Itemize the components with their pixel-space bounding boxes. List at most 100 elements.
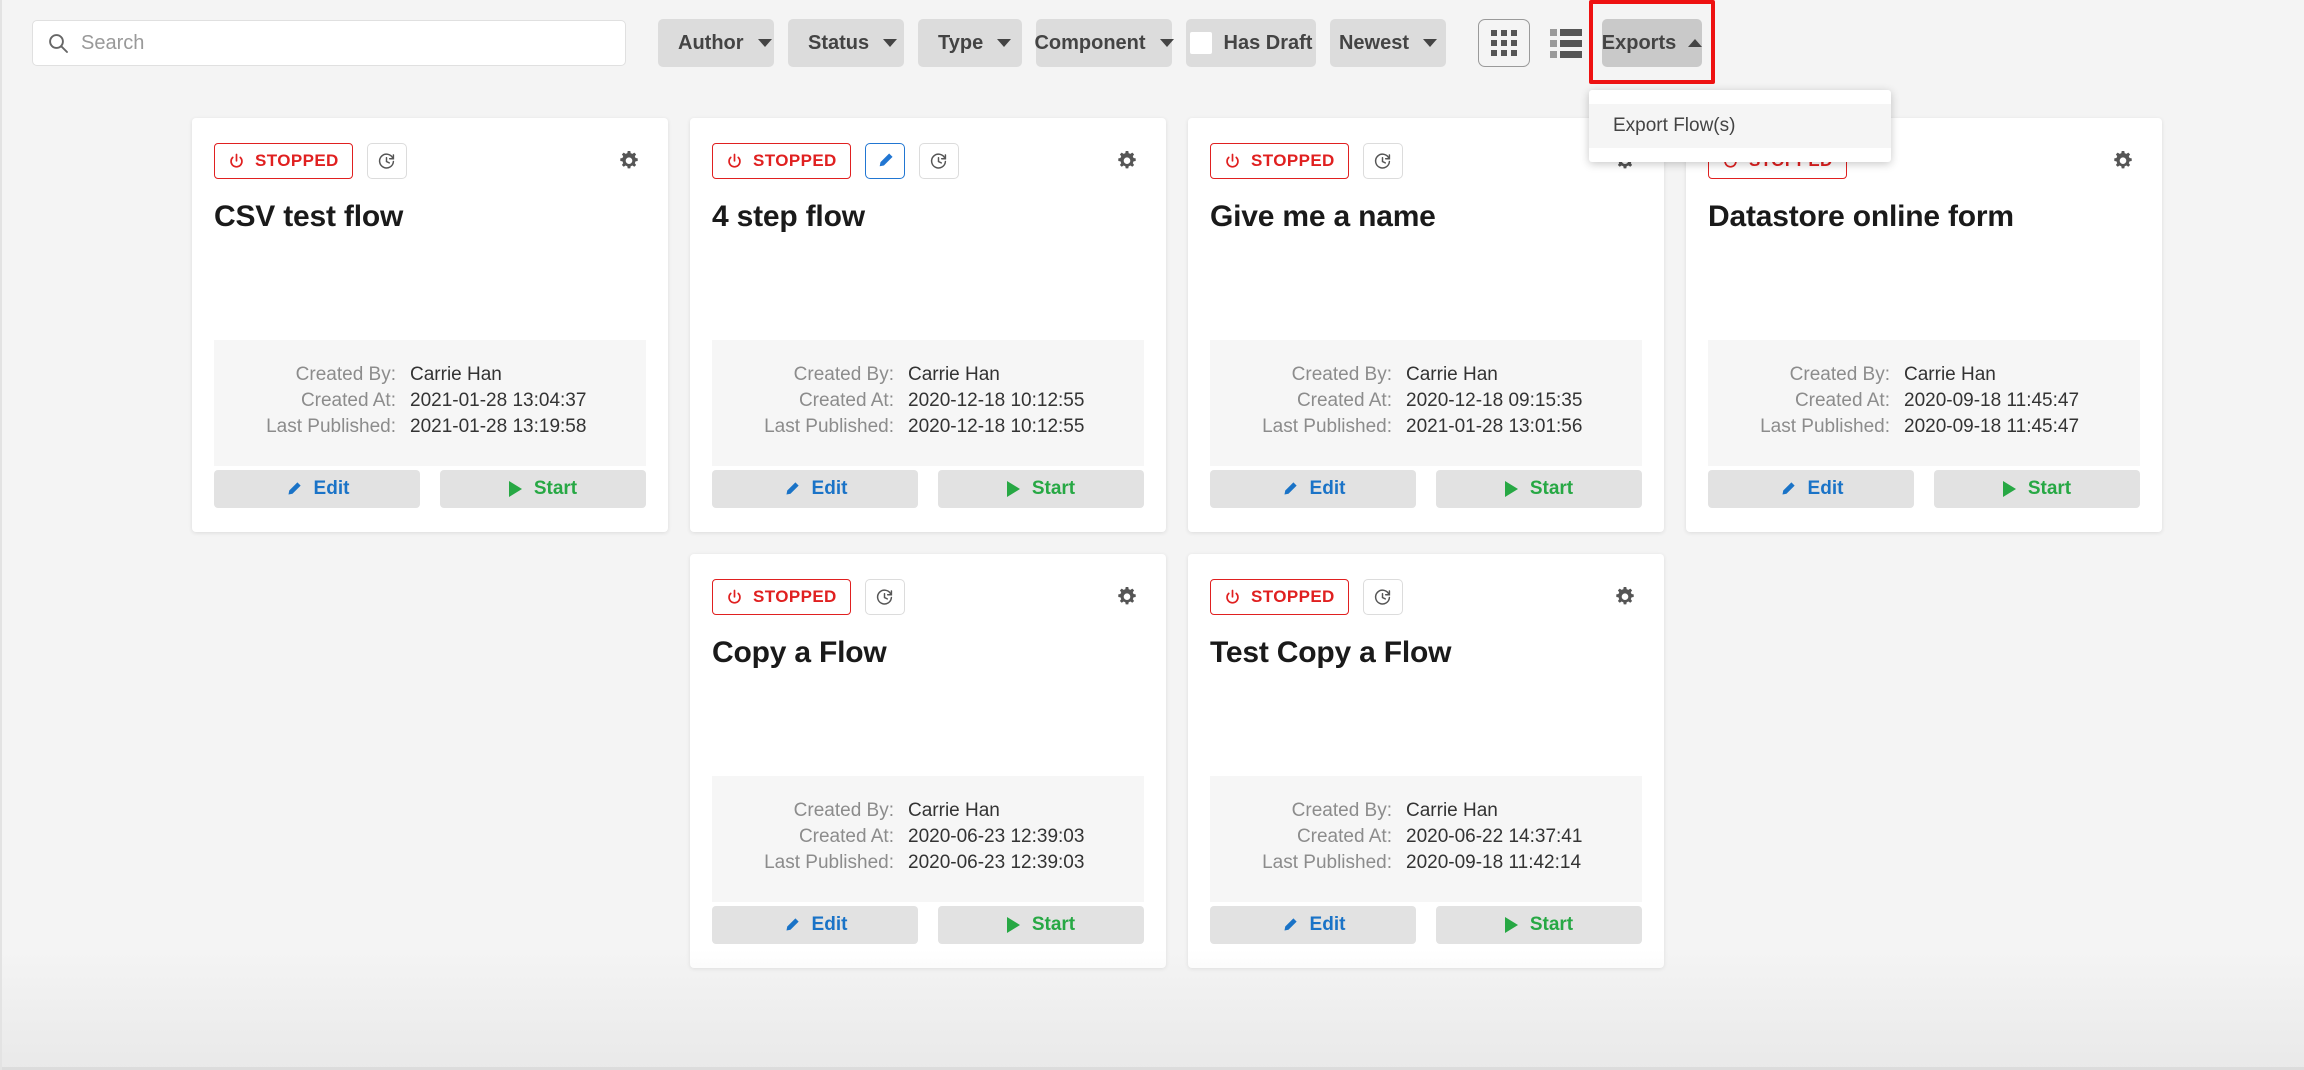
metadata-row-created-by: Created By: Carrie Han [712, 362, 1144, 388]
last-published-value: 2021-01-28 13:01:56 [1406, 416, 1583, 437]
start-button[interactable]: Start [1436, 470, 1642, 508]
schedule-icon-button[interactable] [1362, 143, 1403, 179]
filter-component-button[interactable]: Component [1034, 19, 1174, 67]
card-settings-gear-button[interactable] [1110, 144, 1144, 178]
created-at-value: 2020-06-23 12:39:03 [908, 826, 1085, 847]
list-view-button[interactable] [1540, 19, 1592, 67]
created-by-value: Carrie Han [410, 364, 502, 385]
edit-button[interactable]: Edit [1210, 470, 1416, 508]
schedule-icon-button[interactable] [366, 143, 407, 179]
status-badge: STOPPED [712, 143, 851, 179]
power-icon [228, 153, 245, 170]
start-button[interactable]: Start [1934, 470, 2140, 508]
power-icon [726, 153, 743, 170]
schedule-icon-button[interactable] [1362, 579, 1403, 615]
grid-view-button[interactable] [1478, 19, 1530, 67]
start-button[interactable]: Start [1436, 906, 1642, 944]
checkbox-icon[interactable] [1189, 32, 1212, 54]
edit-button-label: Edit [1309, 914, 1346, 935]
edit-button-label: Edit [1309, 478, 1346, 499]
card-settings-gear-button[interactable] [1608, 580, 1642, 614]
has-draft-checkbox[interactable]: Has Draft [1186, 19, 1316, 67]
created-by-label: Created By: [1291, 364, 1392, 385]
search-icon [47, 32, 69, 54]
filter-type-button[interactable]: Type [918, 19, 1022, 67]
schedule-icon-button[interactable] [864, 579, 905, 615]
card-title: CSV test flow [214, 200, 404, 233]
filter-status-label: Status [808, 31, 870, 54]
chevron-up-icon [1688, 39, 1703, 47]
start-button-label: Start [1031, 478, 1076, 499]
last-published-value: 2020-09-18 11:42:14 [1406, 852, 1582, 873]
card-settings-gear-button[interactable] [612, 144, 646, 178]
edit-button[interactable]: Edit [1210, 906, 1416, 944]
pencil-icon [879, 153, 893, 167]
card-title: 4 step flow [712, 200, 865, 233]
pencil-icon [786, 481, 799, 495]
status-badge-label: STOPPED [753, 151, 837, 170]
last-published-label: Last Published: [1760, 416, 1890, 437]
edit-button[interactable]: Edit [712, 906, 918, 944]
created-by-value: Carrie Han [1406, 800, 1498, 821]
menu-item-export-flows[interactable]: Export Flow(s) [1589, 104, 1891, 148]
filter-author-label: Author [678, 31, 744, 54]
filter-status-button[interactable]: Status [788, 19, 904, 67]
card-settings-gear-button[interactable] [1110, 580, 1144, 614]
search-box[interactable] [32, 20, 626, 66]
exports-menu-container: Exports Export Flow(s) [1589, 0, 1891, 162]
created-by-label: Created By: [793, 364, 894, 385]
created-by-label: Created By: [1789, 364, 1890, 385]
status-badge: STOPPED [712, 579, 851, 615]
edit-button[interactable]: Edit [1708, 470, 1914, 508]
card-metadata: Created By: Carrie Han Created At: 2021-… [214, 340, 646, 466]
last-published-label: Last Published: [266, 416, 396, 437]
created-at-label: Created At: [798, 390, 894, 411]
chevron-down-icon [1423, 39, 1438, 47]
metadata-row-last-published: Last Published: 2020-06-23 12:39:03 [712, 850, 1144, 876]
created-at-value: 2020-12-18 10:12:55 [908, 390, 1085, 411]
flow-card[interactable]: STOPPED Give me a name Created By: Carri… [1188, 118, 1664, 532]
flow-card[interactable]: STOPPED Datastore online form Created By… [1686, 118, 2162, 532]
chevron-down-icon [757, 39, 772, 47]
chevron-down-icon [997, 39, 1012, 47]
has-draft-label: Has Draft [1223, 31, 1313, 54]
start-button[interactable]: Start [938, 470, 1144, 508]
created-at-value: 2021-01-28 13:04:37 [410, 390, 587, 411]
metadata-row-created-at: Created At: 2020-06-22 14:37:41 [1210, 824, 1642, 850]
card-metadata: Created By: Carrie Han Created At: 2020-… [1210, 776, 1642, 902]
metadata-row-created-by: Created By: Carrie Han [214, 362, 646, 388]
edit-button[interactable]: Edit [214, 470, 420, 508]
created-at-label: Created At: [798, 826, 894, 847]
flow-card[interactable]: STOPPED CSV test flow Created By: Carrie… [192, 118, 668, 532]
created-at-value: 2020-06-22 14:37:41 [1406, 826, 1583, 847]
play-icon [1504, 917, 1518, 933]
start-button[interactable]: Start [938, 906, 1144, 944]
created-at-value: 2020-09-18 11:45:47 [1904, 390, 2080, 411]
card-actions: Edit Start [1708, 470, 2140, 508]
last-published-value: 2021-01-28 13:19:58 [410, 416, 587, 437]
card-title: Give me a name [1210, 200, 1436, 233]
card-metadata: Created By: Carrie Han Created At: 2020-… [1210, 340, 1642, 466]
draft-icon-button[interactable] [864, 143, 905, 179]
last-published-label: Last Published: [1262, 852, 1392, 873]
created-by-label: Created By: [793, 800, 894, 821]
play-icon [1504, 481, 1518, 497]
play-icon [1006, 481, 1020, 497]
filter-author-button[interactable]: Author [658, 19, 774, 67]
created-by-value: Carrie Han [908, 800, 1000, 821]
metadata-row-created-at: Created At: 2020-12-18 10:12:55 [712, 388, 1144, 414]
card-settings-gear-button[interactable] [2106, 144, 2140, 178]
last-published-value: 2020-06-23 12:39:03 [908, 852, 1085, 873]
status-badge-label: STOPPED [1251, 587, 1335, 606]
flow-card[interactable]: STOPPED 4 step flow Created By: Carrie H… [690, 118, 1166, 532]
pencil-icon [288, 481, 301, 495]
edit-button[interactable]: Edit [712, 470, 918, 508]
sort-button[interactable]: Newest [1330, 19, 1446, 67]
schedule-icon-button[interactable] [918, 143, 959, 179]
flow-card[interactable]: STOPPED Copy a Flow Created By: Carrie H… [690, 554, 1166, 968]
flow-card[interactable]: STOPPED Test Copy a Flow Created By: Car… [1188, 554, 1664, 968]
sort-label: Newest [1338, 31, 1410, 54]
search-input[interactable] [81, 21, 611, 65]
start-button[interactable]: Start [440, 470, 646, 508]
exports-button[interactable]: Exports [1602, 19, 1703, 67]
